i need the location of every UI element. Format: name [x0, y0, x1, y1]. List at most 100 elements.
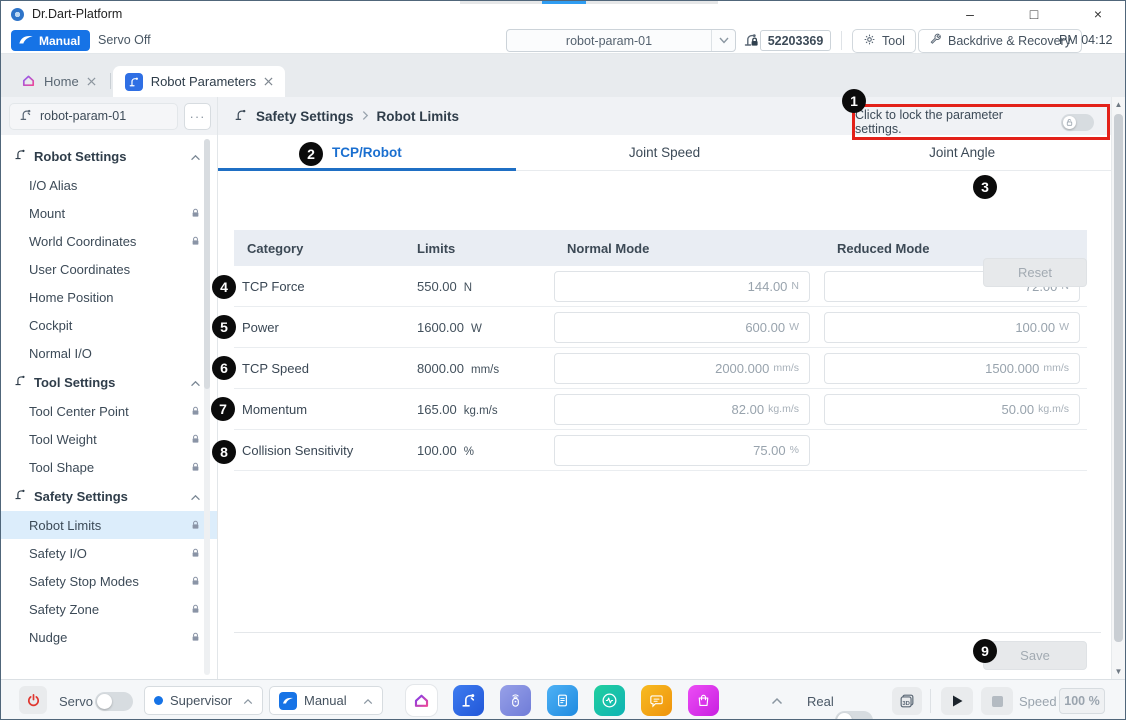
save-button[interactable]: Save: [983, 641, 1087, 670]
annotation-highlight-box: Click to lock the parameter settings.: [852, 104, 1110, 140]
sidebar-item-mount[interactable]: Mount: [1, 199, 217, 227]
reset-button[interactable]: Reset: [983, 258, 1087, 287]
lock-icon: [190, 547, 201, 559]
play-button[interactable]: [941, 687, 973, 715]
annotation-2: 2: [299, 142, 323, 166]
minimize-button[interactable]: –: [961, 6, 979, 22]
limits-tabs: TCP/Robot Joint Speed Joint Angle: [218, 135, 1125, 171]
robot-swoosh-icon: [18, 34, 34, 48]
reduced-mode-input[interactable]: 100.00W: [824, 312, 1080, 343]
normal-mode-input[interactable]: 2000.000mm/s: [554, 353, 810, 384]
stop-button[interactable]: [981, 687, 1013, 715]
robot-icon: [14, 374, 27, 390]
breadcrumb-parent[interactable]: Safety Settings: [256, 109, 354, 124]
robot-icon: [234, 108, 248, 125]
table-row-momentum: Momentum 165.00kg.m/s 82.00kg.m/s 50.00k…: [234, 389, 1087, 430]
app-dock: [406, 685, 719, 716]
scrollbar-thumb[interactable]: [1114, 114, 1123, 642]
mode-manual-button[interactable]: Manual: [11, 30, 90, 51]
dock-message-log-icon[interactable]: [641, 685, 672, 716]
robot-parameters-icon: [125, 73, 143, 91]
section-tool-settings[interactable]: Tool Settings: [1, 367, 217, 397]
table-row-power: Power 1600.00W 600.00W 100.00W: [234, 307, 1087, 348]
sidebar-item-tool-shape[interactable]: Tool Shape: [1, 453, 217, 481]
sidebar-item-user-coordinates[interactable]: User Coordinates: [1, 255, 217, 283]
limits-content: Reset Category Limits Normal Mode Reduce…: [218, 171, 1125, 471]
sidebar-item-home-position[interactable]: Home Position: [1, 283, 217, 311]
parameter-lock-toggle[interactable]: [1061, 114, 1094, 131]
tab-robot-parameters[interactable]: Robot Parameters: [113, 66, 286, 97]
user-role-select[interactable]: Supervisor: [144, 686, 263, 715]
lock-icon: [190, 207, 201, 219]
sidebar-item-tool-center-point[interactable]: Tool Center Point: [1, 397, 217, 425]
speed-label: Speed: [1019, 694, 1057, 709]
servo-toggle[interactable]: [95, 692, 133, 711]
main-scrollbar[interactable]: ▲ ▼: [1111, 97, 1125, 679]
close-tab-icon[interactable]: [264, 74, 273, 89]
chevron-up-icon: [190, 375, 201, 390]
normal-mode-input[interactable]: 82.00kg.m/s: [554, 394, 810, 425]
annotation-7: 7: [211, 397, 235, 421]
dock-expand-chevron-icon[interactable]: [771, 693, 783, 708]
col-category: Category: [234, 241, 404, 256]
dock-store-icon[interactable]: [688, 685, 719, 716]
sidebar-item-nudge[interactable]: Nudge: [1, 623, 217, 651]
speed-value[interactable]: 100 %: [1059, 688, 1105, 714]
real-mode-label: Real: [807, 694, 834, 709]
tab-joint-speed[interactable]: Joint Speed: [516, 135, 814, 170]
reduced-mode-input[interactable]: 50.00kg.m/s: [824, 394, 1080, 425]
normal-mode-input[interactable]: 75.00%: [554, 435, 810, 466]
maximize-button[interactable]: □: [1025, 6, 1043, 22]
breadcrumb-current: Robot Limits: [377, 109, 460, 124]
annotation-6: 6: [212, 356, 236, 380]
sidebar-item-cockpit[interactable]: Cockpit: [1, 311, 217, 339]
scroll-up-icon[interactable]: ▲: [1112, 100, 1125, 109]
sidebar-menu-button[interactable]: ···: [184, 103, 211, 130]
sidebar-item-io-alias[interactable]: I/O Alias: [1, 171, 217, 199]
sidebar-item-world-coordinates[interactable]: World Coordinates: [1, 227, 217, 255]
normal-mode-input[interactable]: 144.00N: [554, 271, 810, 302]
normal-mode-input[interactable]: 600.00W: [554, 312, 810, 343]
tool-button[interactable]: Tool: [852, 29, 916, 53]
sidebar-item-normal-io[interactable]: Normal I/O: [1, 339, 217, 367]
dock-task-document-icon[interactable]: [547, 685, 578, 716]
window-top-strip: [460, 1, 718, 4]
sidebar-item-robot-limits[interactable]: Robot Limits: [1, 511, 217, 539]
toolbar: Manual Servo Off robot-param-01 52203369…: [1, 27, 1125, 54]
content-divider: [234, 632, 1101, 633]
real-mode-toggle[interactable]: [835, 711, 873, 720]
sidebar-item-safety-io[interactable]: Safety I/O: [1, 539, 217, 567]
parameter-file-label[interactable]: robot-param-01: [9, 103, 178, 130]
chevron-up-icon: [363, 693, 373, 708]
scroll-down-icon[interactable]: ▼: [1112, 667, 1125, 676]
dock-monitoring-icon[interactable]: [594, 685, 625, 716]
tab-tcp-robot[interactable]: TCP/Robot: [218, 135, 516, 170]
dock-teach-pendant-icon[interactable]: [500, 685, 531, 716]
tab-home[interactable]: Home: [9, 66, 108, 97]
close-button[interactable]: ×: [1089, 6, 1107, 22]
tab-joint-angle[interactable]: Joint Angle: [813, 135, 1111, 170]
sidebar-item-safety-zone[interactable]: Safety Zone: [1, 595, 217, 623]
section-robot-settings[interactable]: Robot Settings: [1, 141, 217, 171]
parameter-file-select[interactable]: robot-param-01: [506, 29, 736, 52]
power-button[interactable]: [19, 686, 47, 714]
sidebar-item-tool-weight[interactable]: Tool Weight: [1, 425, 217, 453]
lock-icon: [190, 405, 201, 417]
section-safety-settings[interactable]: Safety Settings: [1, 481, 217, 511]
role-status-dot: [154, 696, 163, 705]
window-top-strip-accent: [542, 1, 586, 4]
svg-text:3D: 3D: [902, 701, 909, 707]
dock-home-icon[interactable]: [406, 685, 437, 716]
backdrive-recovery-button[interactable]: Backdrive & Recovery: [918, 29, 1082, 53]
dock-robot-parameters-icon[interactable]: [453, 685, 484, 716]
table-header-row: Category Limits Normal Mode Reduced Mode: [234, 230, 1087, 266]
mode-select[interactable]: Manual: [269, 686, 383, 715]
sidebar-item-safety-stop-modes[interactable]: Safety Stop Modes: [1, 567, 217, 595]
reduced-mode-input[interactable]: 1500.000mm/s: [824, 353, 1080, 384]
lock-banner-text: Click to lock the parameter settings.: [855, 108, 1049, 136]
close-tab-icon[interactable]: [87, 74, 96, 89]
sidebar-nav: Robot Settings I/O Alias Mount World Coo…: [1, 135, 217, 679]
sidebar-scrollbar-thumb[interactable]: [204, 139, 210, 389]
3d-view-button[interactable]: 3D: [892, 687, 922, 715]
lock-icon: [190, 575, 201, 587]
